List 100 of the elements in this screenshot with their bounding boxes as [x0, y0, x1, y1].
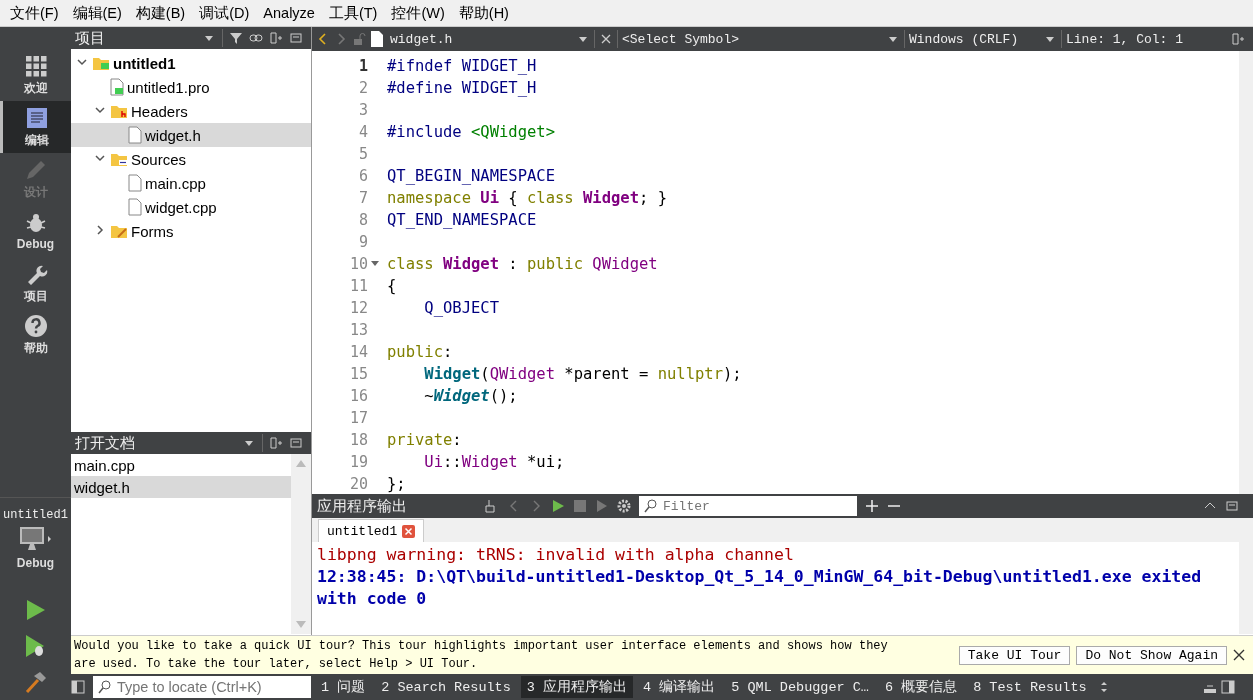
code-line: private:	[387, 431, 462, 449]
close-pane-icon[interactable]	[289, 31, 303, 45]
menu-item[interactable]: 帮助(H)	[451, 3, 516, 23]
menu-item[interactable]: 控件(W)	[384, 3, 452, 23]
scrollbar[interactable]	[1239, 542, 1253, 634]
menu-item[interactable]: 编辑(E)	[65, 3, 129, 23]
output-pane-tab[interactable]: 8 Test Results	[967, 677, 1093, 697]
document-icon	[25, 105, 49, 130]
code-line: QT_END_NAMESPACE	[387, 211, 537, 229]
line-number: 9	[358, 233, 368, 251]
code-line: ~Widget();	[423, 387, 518, 405]
search-icon	[98, 680, 112, 694]
tree-item[interactable]: Headers	[131, 102, 188, 120]
fold-arrow-icon[interactable]	[370, 260, 380, 268]
plus-icon[interactable]	[865, 499, 879, 513]
tree-item[interactable]: widget.h	[145, 126, 201, 144]
line-number: 17	[349, 409, 368, 427]
scrollbar[interactable]	[1239, 51, 1253, 494]
line-number: 4	[358, 123, 368, 141]
link-icon[interactable]	[249, 31, 263, 45]
close-icon[interactable]	[599, 32, 613, 46]
close-pane-icon[interactable]	[1225, 499, 1239, 513]
mode-button[interactable]: 欢迎	[0, 49, 71, 101]
mode-button[interactable]: 项目	[0, 257, 71, 309]
menu-item[interactable]: 工具(T)	[321, 3, 385, 23]
line-number: 15	[349, 365, 368, 383]
line-number: 11	[349, 277, 368, 295]
output-pane-tab[interactable]: 6 概要信息	[878, 676, 964, 698]
document-item[interactable]: main.cpp	[71, 454, 291, 476]
line-number: 6	[358, 167, 368, 185]
line-number: 12	[349, 299, 368, 317]
output-pane-tab[interactable]: 4 编译输出	[637, 676, 722, 698]
tree-item[interactable]: untitled1.pro	[127, 78, 210, 96]
tour-button[interactable]: Take UI Tour	[958, 645, 1071, 665]
search-icon	[644, 499, 658, 513]
mode-button[interactable]: 编辑	[0, 101, 71, 153]
line-number: 13	[349, 321, 368, 339]
file-icon	[128, 126, 142, 144]
menu-item[interactable]: 调试(D)	[192, 3, 257, 23]
split-icon[interactable]	[269, 31, 283, 45]
code-line: public:	[387, 343, 453, 361]
close-pane-icon[interactable]	[289, 436, 303, 450]
code-line: #define WIDGET_H	[387, 79, 537, 97]
filter-field[interactable]: Filter	[639, 496, 857, 516]
sidebar-toggle-icon[interactable]	[71, 680, 85, 694]
tree-item[interactable]: Forms	[131, 222, 174, 240]
mode-button[interactable]: 帮助	[0, 309, 71, 361]
folder-icon	[110, 151, 128, 167]
line-number: 19	[349, 453, 368, 471]
output-pane-tab[interactable]: 5 QML Debugger C…	[725, 677, 875, 697]
panel-title: 项目	[75, 28, 106, 48]
code-line: {	[387, 277, 397, 295]
code-line: #include <QWidget>	[387, 123, 555, 141]
project-file-icon	[110, 78, 124, 96]
line-number: 14	[349, 343, 368, 361]
line-number: 18	[349, 431, 368, 449]
settings-icon[interactable]	[617, 499, 631, 513]
code-line: Widget(QWidget *parent = nullptr);	[423, 365, 742, 383]
hammer-icon[interactable]	[23, 670, 48, 694]
monitor-icon[interactable]	[18, 526, 53, 552]
mode-button[interactable]: Debug	[0, 205, 71, 257]
output-line: 12:38:45: D:\QT\build-untitled1-Desktop_Qt_5_14_0_MinGW_64_bit-Debug\untitled1.exe exited with code 0	[317, 566, 1203, 610]
output-tab[interactable]: untitled1	[318, 519, 425, 542]
code-line: #ifndef WIDGET_H	[387, 57, 537, 75]
filter-icon[interactable]	[229, 31, 243, 45]
run-icon[interactable]	[551, 499, 565, 513]
close-icon[interactable]	[1233, 649, 1245, 661]
tree-item[interactable]: untitled1	[113, 54, 176, 72]
code-line: };	[387, 475, 406, 493]
tour-button[interactable]: Do Not Show Again	[1076, 645, 1227, 665]
line-number: 16	[349, 387, 368, 405]
locator-field[interactable]: Type to locate (Ctrl+K)	[93, 676, 311, 698]
code-line: namespace Ui { class Widget; }	[387, 189, 667, 207]
line-number: 8	[358, 211, 368, 229]
file-icon	[128, 174, 142, 192]
line-ending-selector[interactable]: Windows (CRLF)	[909, 31, 1039, 47]
symbol-selector[interactable]: <Select Symbol>	[622, 31, 882, 47]
menu-item[interactable]: 构建(B)	[128, 3, 193, 23]
menu-item[interactable]: Analyze	[256, 5, 322, 21]
code-line: Q_OBJECT	[423, 299, 499, 317]
output-pane-tab[interactable]: 3 应用程序输出	[520, 676, 634, 698]
grid-icon	[23, 53, 48, 78]
run-icon[interactable]	[25, 599, 46, 621]
document-item[interactable]: widget.h	[71, 476, 291, 498]
pane-title: 应用程序输出	[317, 496, 408, 516]
tree-item[interactable]: Sources	[131, 150, 187, 168]
code-line: class Widget : public QWidget	[387, 255, 658, 273]
line-number: 2	[358, 79, 368, 97]
output-pane-tab[interactable]: 2 Search Results	[375, 677, 517, 697]
split-icon[interactable]	[1231, 32, 1245, 46]
file-name[interactable]: widget.h	[390, 31, 570, 47]
line-number: 3	[358, 101, 368, 119]
menu-item[interactable]: 文件(F)	[3, 3, 66, 23]
sidebar-toggle-icon[interactable]	[1221, 680, 1235, 694]
output-pane-tab[interactable]: 1 问题	[315, 676, 372, 698]
split-icon[interactable]	[269, 436, 283, 450]
file-icon	[128, 198, 142, 216]
panel-title: 打开文档	[75, 433, 136, 453]
tree-item[interactable]: main.cpp	[145, 174, 206, 192]
tree-item[interactable]: widget.cpp	[145, 198, 217, 216]
